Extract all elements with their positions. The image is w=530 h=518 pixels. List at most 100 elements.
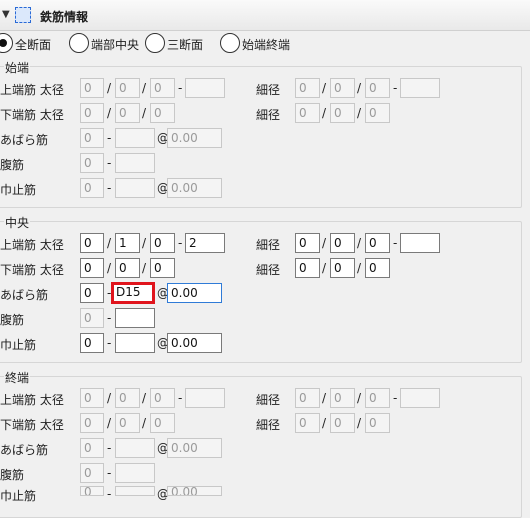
center-bottom-thin-input-2[interactable]: 0 <box>330 258 355 278</box>
label-top-bar: 上端筋 太径 <box>0 83 64 97</box>
end-bottom-thin-input-3[interactable]: 0 <box>365 413 390 433</box>
center-top-thin-input-3[interactable]: 0 <box>365 233 390 253</box>
end-top-bar-input-3[interactable]: 0 <box>150 388 175 408</box>
center-bottom-bar-input-3[interactable]: 0 <box>150 258 175 278</box>
start-bottom-thin-input-3[interactable]: 0 <box>365 103 390 123</box>
start-top-bar-input-3[interactable]: 0 <box>150 78 175 98</box>
start-top-thin-input-4[interactable] <box>400 78 440 98</box>
label-width-stop: 巾止筋 <box>0 183 37 197</box>
start-bottom-bar-input-2[interactable]: 0 <box>115 103 140 123</box>
radio-dot <box>0 39 7 47</box>
center-bottom-bar-input-1[interactable]: 0 <box>80 258 104 278</box>
center-abara-count-input[interactable]: 0 <box>80 283 104 303</box>
slash: / <box>107 81 112 95</box>
radio-circle[interactable] <box>220 33 240 53</box>
start-top-bar-input-4[interactable] <box>185 78 225 98</box>
center-web-dia-input[interactable] <box>115 308 155 328</box>
center-stop-count-input[interactable]: 0 <box>80 333 104 353</box>
end-top-bar-input-2[interactable]: 0 <box>115 388 140 408</box>
start-web-dia-input[interactable] <box>115 153 155 173</box>
end-abara-count-input[interactable]: 0 <box>80 438 104 458</box>
rebar-info-header[interactable]: ▼ 鉄筋情報 <box>0 0 530 31</box>
end-stop-count-input[interactable]: 0 <box>80 486 104 496</box>
end-top-bar-input-4[interactable] <box>185 388 225 408</box>
label-thin: 細径 <box>256 83 281 97</box>
start-bottom-thin-input-1[interactable]: 0 <box>295 103 320 123</box>
slash: / <box>357 81 362 95</box>
label-thin: 細径 <box>256 238 281 252</box>
end-web-count-input[interactable]: 0 <box>80 463 104 483</box>
end-top-thin-input-1[interactable]: 0 <box>295 388 320 408</box>
radio-circle[interactable] <box>145 33 165 53</box>
slash: / <box>322 81 327 95</box>
dash: - <box>178 236 183 250</box>
start-top-bar-input-2[interactable]: 0 <box>115 78 140 98</box>
start-web-count-input[interactable]: 0 <box>80 153 104 173</box>
end-top-thin-input-2[interactable]: 0 <box>330 388 355 408</box>
center-top-bar-input-4[interactable]: 2 <box>185 233 225 253</box>
center-web-count-input[interactable]: 0 <box>80 308 104 328</box>
start-bottom-bar-input-3[interactable]: 0 <box>150 103 175 123</box>
center-stop-dia-input[interactable] <box>115 333 155 353</box>
label-thin: 細径 <box>256 393 281 407</box>
start-abara-count-input[interactable]: 0 <box>80 128 104 148</box>
dash: - <box>107 466 112 480</box>
label-thin: 細径 <box>256 418 281 432</box>
center-bottom-thin-input-3[interactable]: 0 <box>365 258 390 278</box>
start-abara-dia-input[interactable] <box>115 128 155 148</box>
label-web-bar: 腹筋 <box>0 313 25 327</box>
center-top-bar-input-2[interactable]: 1 <box>115 233 140 253</box>
start-top-thin-input-1[interactable]: 0 <box>295 78 320 98</box>
end-bottom-thin-input-1[interactable]: 0 <box>295 413 320 433</box>
end-web-dia-input[interactable] <box>115 463 155 483</box>
center-stop-pitch-input[interactable]: 0.00 <box>167 333 222 353</box>
radio-label: 始端終端 <box>242 38 291 52</box>
slash: / <box>322 106 327 120</box>
end-bottom-bar-input-2[interactable]: 0 <box>115 413 140 433</box>
slash: / <box>357 236 362 250</box>
center-abara-dia-input[interactable]: D15 <box>111 282 155 304</box>
label-abara: あばら筋 <box>0 443 49 457</box>
end-bottom-bar-input-1[interactable]: 0 <box>80 413 104 433</box>
center-abara-pitch-input[interactable]: 0.00 <box>167 283 222 303</box>
center-top-thin-input-1[interactable]: 0 <box>295 233 320 253</box>
collapse-arrow-icon[interactable]: ▼ <box>2 9 10 20</box>
center-top-thin-input-2[interactable]: 0 <box>330 233 355 253</box>
end-abara-pitch-input[interactable]: 0.00 <box>167 438 222 458</box>
center-top-bar-input-1[interactable]: 0 <box>80 233 104 253</box>
center-bottom-thin-input-1[interactable]: 0 <box>295 258 320 278</box>
end-abara-dia-input[interactable] <box>115 438 155 458</box>
radio-circle[interactable] <box>0 33 13 53</box>
end-stop-dia-input[interactable] <box>115 486 155 496</box>
end-bottom-thin-input-2[interactable]: 0 <box>330 413 355 433</box>
start-bottom-thin-input-2[interactable]: 0 <box>330 103 355 123</box>
slash: / <box>142 236 147 250</box>
start-abara-pitch-input[interactable]: 0.00 <box>167 128 222 148</box>
end-top-bar-input-1[interactable]: 0 <box>80 388 104 408</box>
slash: / <box>142 261 147 275</box>
start-stop-pitch-input[interactable]: 0.00 <box>167 178 222 198</box>
label-width-stop: 巾止筋 <box>0 338 37 352</box>
end-bottom-bar-input-3[interactable]: 0 <box>150 413 175 433</box>
dash: - <box>178 391 183 405</box>
center-bottom-bar-input-2[interactable]: 0 <box>115 258 140 278</box>
radio-circle[interactable] <box>69 33 89 53</box>
start-top-thin-input-2[interactable]: 0 <box>330 78 355 98</box>
start-top-thin-input-3[interactable]: 0 <box>365 78 390 98</box>
center-top-thin-input-4[interactable] <box>400 233 440 253</box>
start-stop-count-input[interactable]: 0 <box>80 178 104 198</box>
end-top-thin-input-4[interactable] <box>400 388 440 408</box>
panel-title: 鉄筋情報 <box>40 10 89 24</box>
start-stop-dia-input[interactable] <box>115 178 155 198</box>
label-bottom-bar: 下端筋 太径 <box>0 108 64 122</box>
end-stop-pitch-input[interactable]: 0.00 <box>167 486 222 496</box>
end-top-thin-input-3[interactable]: 0 <box>365 388 390 408</box>
start-top-bar-input-1[interactable]: 0 <box>80 78 104 98</box>
start-bottom-bar-input-1[interactable]: 0 <box>80 103 104 123</box>
dash: - <box>107 336 112 350</box>
group-center-title: 中央 <box>4 214 31 231</box>
dash: - <box>178 81 183 95</box>
center-top-bar-input-3[interactable]: 0 <box>150 233 175 253</box>
slash: / <box>357 391 362 405</box>
slash: / <box>322 416 327 430</box>
